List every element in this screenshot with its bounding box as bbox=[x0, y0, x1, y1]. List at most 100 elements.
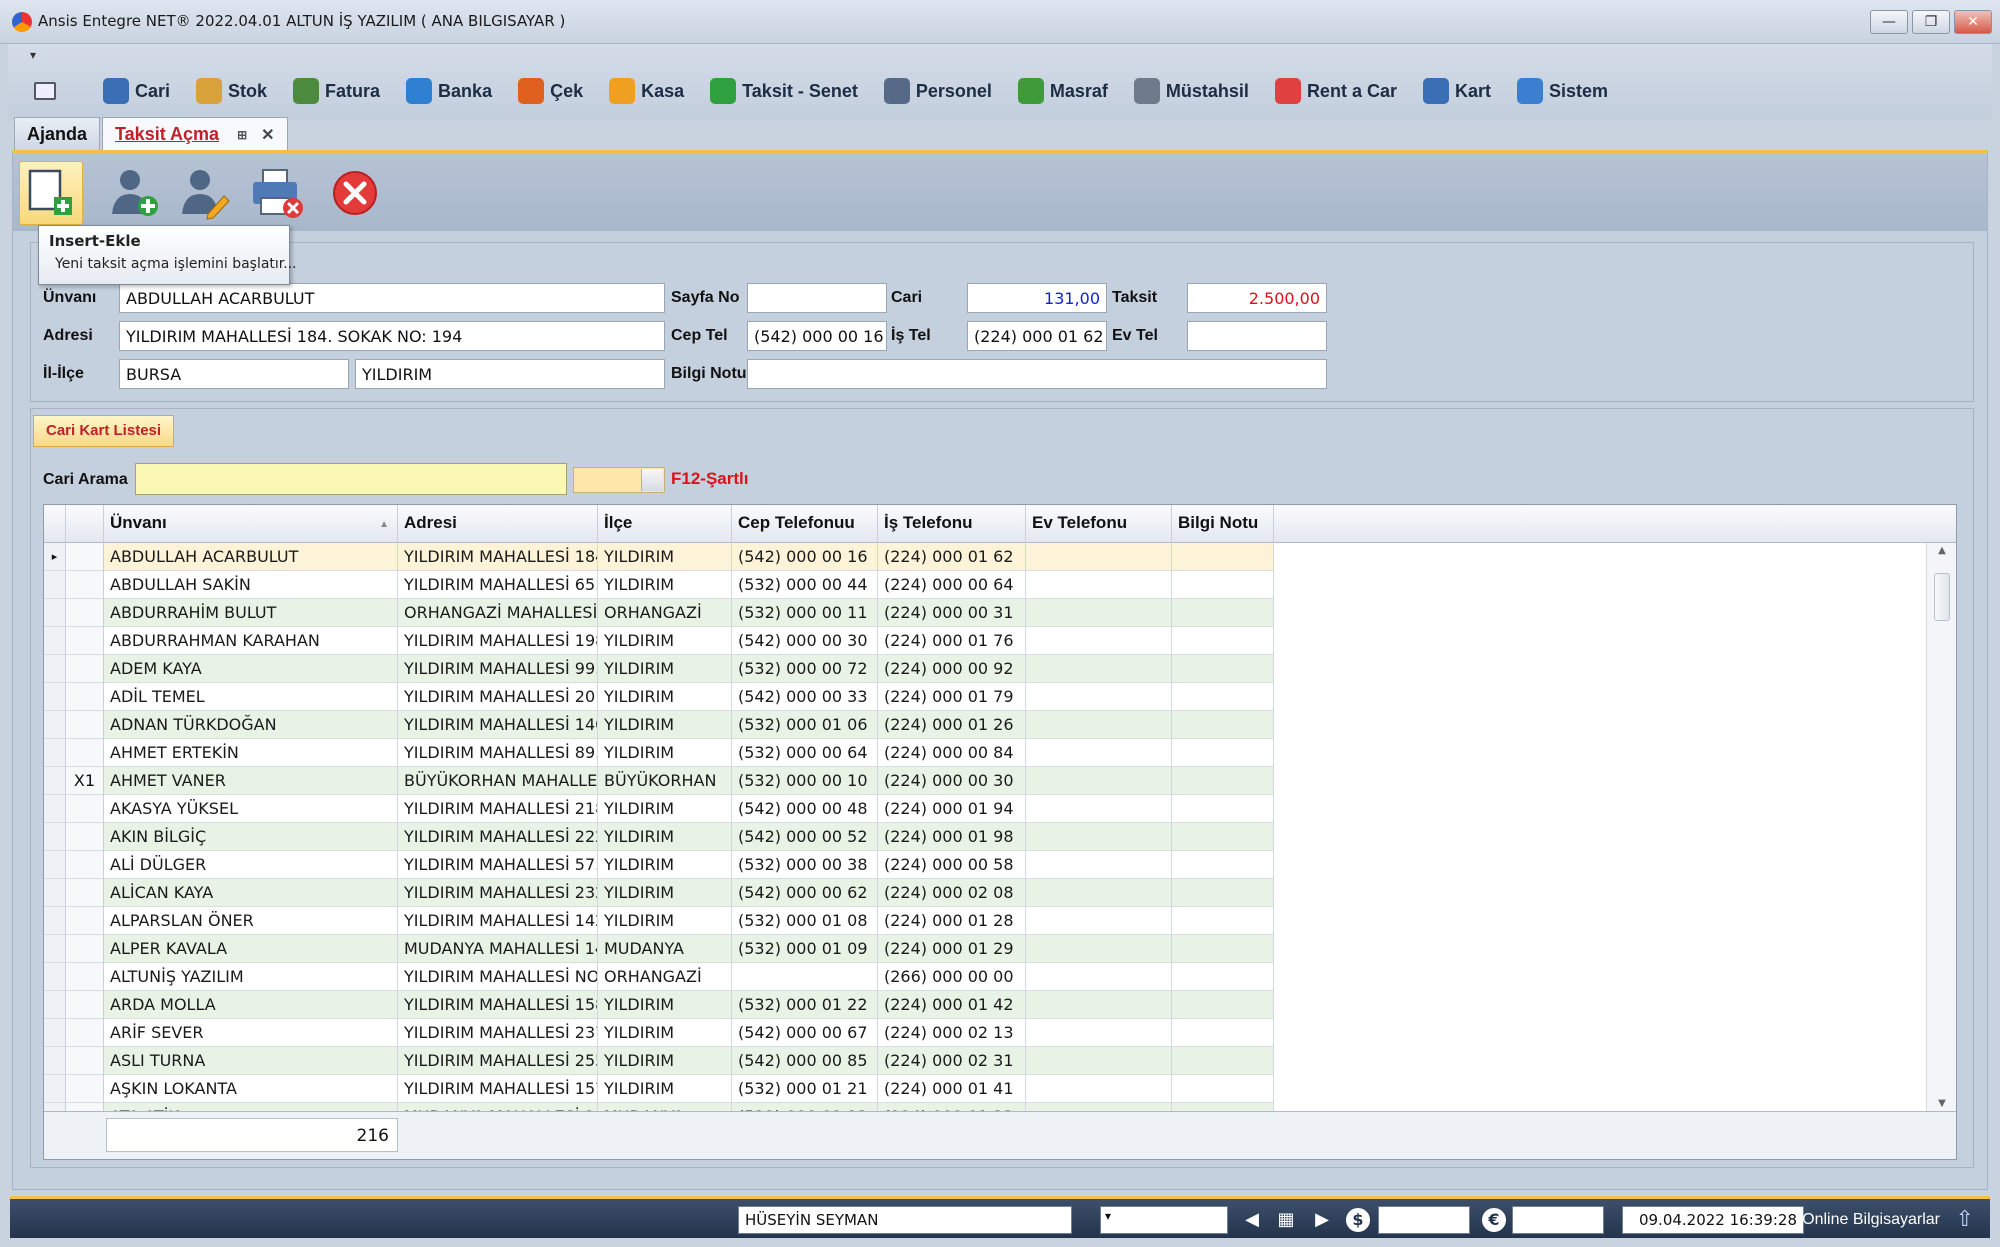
table-cell[interactable]: (542) 000 00 16 bbox=[732, 543, 878, 571]
table-cell[interactable]: AHMET ERTEKİN bbox=[104, 739, 398, 767]
taksit-field[interactable]: 2.500,00 bbox=[1187, 283, 1327, 313]
table-cell[interactable] bbox=[1172, 767, 1274, 795]
bilgi-notu-field[interactable] bbox=[747, 359, 1327, 389]
row-indicator-icon[interactable] bbox=[44, 571, 66, 599]
table-cell[interactable]: (532) 000 00 72 bbox=[732, 655, 878, 683]
quick-access-dropdown[interactable]: ▾ bbox=[30, 48, 36, 62]
table-cell[interactable]: (532) 000 01 13 bbox=[732, 1103, 878, 1111]
row-indicator-icon[interactable]: ▸ bbox=[44, 543, 66, 571]
table-cell[interactable] bbox=[1172, 683, 1274, 711]
row-indicator-icon[interactable] bbox=[44, 683, 66, 711]
table-cell[interactable]: (224) 000 02 13 bbox=[878, 1019, 1026, 1047]
table-cell[interactable] bbox=[1172, 599, 1274, 627]
table-cell[interactable]: ASLI TURNA bbox=[104, 1047, 398, 1075]
table-cell[interactable]: YILDIRIM bbox=[598, 739, 732, 767]
column-header-is-telefonu[interactable]: İş Telefonu bbox=[878, 505, 1026, 543]
table-cell[interactable]: (224) 000 00 92 bbox=[878, 655, 1026, 683]
table-cell[interactable] bbox=[1026, 655, 1172, 683]
menu-item--ek[interactable]: Çek bbox=[518, 78, 583, 104]
scroll-up-icon[interactable]: ▲ bbox=[1927, 545, 1956, 556]
tab-taksit-acma[interactable]: Taksit Açma ⊞ ✕ bbox=[102, 117, 288, 151]
table-cell[interactable] bbox=[1172, 795, 1274, 823]
column-header-cep-telefonu[interactable]: Cep Telefonuu bbox=[732, 505, 878, 543]
cari-search-input[interactable] bbox=[135, 463, 567, 495]
table-cell[interactable]: (532) 000 00 10 bbox=[732, 767, 878, 795]
row-indicator-icon[interactable] bbox=[44, 963, 66, 991]
table-cell[interactable]: YILDIRIM bbox=[598, 823, 732, 851]
table-cell[interactable]: (532) 000 01 21 bbox=[732, 1075, 878, 1103]
table-row[interactable]: ALİCAN KAYA YILDIRIM MAHALLESİ 232 YILDIRI… bbox=[44, 879, 1924, 907]
table-cell[interactable]: (224) 000 01 79 bbox=[878, 683, 1026, 711]
table-row[interactable]: ATA ATİKMUDANYA MAHALLESİ 14MUDANYA(532)… bbox=[44, 1103, 1924, 1111]
row-indicator-icon[interactable] bbox=[44, 991, 66, 1019]
table-cell[interactable] bbox=[1026, 1019, 1172, 1047]
table-cell[interactable]: YILDIRIM bbox=[598, 655, 732, 683]
add-user-button[interactable] bbox=[103, 161, 167, 225]
table-cell[interactable]: YILDIRIM bbox=[598, 1047, 732, 1075]
table-cell[interactable]: YILDIRIM MAHALLESİ 255 bbox=[398, 1047, 598, 1075]
menu-item-kart[interactable]: Kart bbox=[1422, 78, 1491, 104]
table-cell[interactable]: (532) 000 01 22 bbox=[732, 991, 878, 1019]
table-cell[interactable]: (532) 000 00 44 bbox=[732, 571, 878, 599]
table-cell[interactable]: YILDIRIM MAHALLESİ 218 bbox=[398, 795, 598, 823]
table-cell[interactable]: ATA ATİK bbox=[104, 1103, 398, 1111]
table-cell[interactable]: (224) 000 01 33 bbox=[878, 1103, 1026, 1111]
minimize-button[interactable]: — bbox=[1870, 10, 1908, 34]
column-header-ilce[interactable]: İlçe bbox=[598, 505, 732, 543]
table-cell[interactable]: (224) 000 01 28 bbox=[878, 907, 1026, 935]
table-row[interactable]: ALPARSLAN ÖNER YILDIRIM MAHALLESİ 142 YILD… bbox=[44, 907, 1924, 935]
combo-dropdown-button[interactable] bbox=[641, 469, 663, 491]
is-tel-field[interactable]: (224) 000 01 62 bbox=[967, 321, 1107, 351]
table-cell[interactable]: ADNAN TÜRKDOĞAN bbox=[104, 711, 398, 739]
row-indicator-icon[interactable] bbox=[44, 1103, 66, 1111]
adres-field[interactable]: YILDIRIM MAHALLESİ 184. SOKAK NO: 194 bbox=[119, 321, 665, 351]
table-row[interactable]: ABDURRAHİM BULUT ORHANGAZİ MAHALLESİ ORHAN… bbox=[44, 599, 1924, 627]
table-cell[interactable]: (224) 000 01 41 bbox=[878, 1075, 1026, 1103]
table-cell[interactable]: YILDIRIM bbox=[598, 711, 732, 739]
table-cell[interactable] bbox=[1172, 1019, 1274, 1047]
row-indicator-icon[interactable] bbox=[44, 1047, 66, 1075]
table-cell[interactable] bbox=[1172, 823, 1274, 851]
table-row[interactable]: ABDULLAH SAKİN YILDIRIM MAHALLESİ 65. YILD… bbox=[44, 571, 1924, 599]
table-cell[interactable] bbox=[1026, 543, 1172, 571]
table-cell[interactable]: ALİ DÜLGER bbox=[104, 851, 398, 879]
table-cell[interactable]: (532) 000 00 11 bbox=[732, 599, 878, 627]
table-cell[interactable] bbox=[1172, 543, 1274, 571]
table-cell[interactable]: (532) 000 01 09 bbox=[732, 935, 878, 963]
menu-item-cari[interactable]: Cari bbox=[103, 78, 170, 104]
table-cell[interactable]: YILDIRIM MAHALLESİ 158 bbox=[398, 991, 598, 1019]
table-cell[interactable]: ABDURRAHİM BULUT bbox=[104, 599, 398, 627]
table-cell[interactable]: YILDIRIM MAHALLESİ 65. bbox=[398, 571, 598, 599]
online-computers-label[interactable]: Online Bilgisayarlar bbox=[1802, 1211, 1940, 1229]
table-cell[interactable]: (266) 000 00 00 bbox=[878, 963, 1026, 991]
table-cell[interactable]: YILDIRIM MAHALLESİ 222 bbox=[398, 823, 598, 851]
cari-balance-field[interactable]: 131,00 bbox=[967, 283, 1107, 313]
table-cell[interactable]: ALPER KAVALA bbox=[104, 935, 398, 963]
previous-icon[interactable]: ◀ bbox=[1240, 1208, 1264, 1232]
table-cell[interactable]: (224) 000 02 31 bbox=[878, 1047, 1026, 1075]
table-cell[interactable]: (224) 000 00 30 bbox=[878, 767, 1026, 795]
table-cell[interactable]: YILDIRIM MAHALLESİ 99. bbox=[398, 655, 598, 683]
table-cell[interactable]: YILDIRIM MAHALLESİ 201 bbox=[398, 683, 598, 711]
table-cell[interactable]: YILDIRIM bbox=[598, 1019, 732, 1047]
menu-item-m-stahsil[interactable]: Müstahsil bbox=[1133, 78, 1249, 104]
table-cell[interactable]: (224) 000 01 42 bbox=[878, 991, 1026, 1019]
row-indicator-icon[interactable] bbox=[44, 879, 66, 907]
table-cell[interactable]: YILDIRIM bbox=[598, 1075, 732, 1103]
table-cell[interactable]: ABDURRAHMAN KARAHAN bbox=[104, 627, 398, 655]
table-row[interactable]: X1 AHMET VANER BÜYÜKORHAN MAHALLES BÜYÜKORH… bbox=[44, 767, 1924, 795]
table-cell[interactable]: ALİCAN KAYA bbox=[104, 879, 398, 907]
table-cell[interactable]: (224) 000 00 64 bbox=[878, 571, 1026, 599]
table-cell[interactable]: YILDIRIM MAHALLESİ 89. bbox=[398, 739, 598, 767]
row-indicator-icon[interactable] bbox=[44, 739, 66, 767]
table-cell[interactable]: (224) 000 02 08 bbox=[878, 879, 1026, 907]
table-cell[interactable]: (542) 000 00 52 bbox=[732, 823, 878, 851]
table-cell[interactable]: YILDIRIM MAHALLESİ 140 bbox=[398, 711, 598, 739]
table-cell[interactable]: (532) 000 00 38 bbox=[732, 851, 878, 879]
f12-sartli-label[interactable]: F12-Şartlı bbox=[671, 469, 748, 489]
table-cell[interactable]: ARİF SEVER bbox=[104, 1019, 398, 1047]
table-row[interactable]: AKASYA YÜKSEL YILDIRIM MAHALLESİ 218 YILDI… bbox=[44, 795, 1924, 823]
table-row[interactable]: ASLI TURNA YILDIRIM MAHALLESİ 255 YILDIRIM… bbox=[44, 1047, 1924, 1075]
menu-item-taksit-senet[interactable]: Taksit - Senet bbox=[710, 78, 858, 104]
table-cell[interactable]: MUDANYA bbox=[598, 935, 732, 963]
